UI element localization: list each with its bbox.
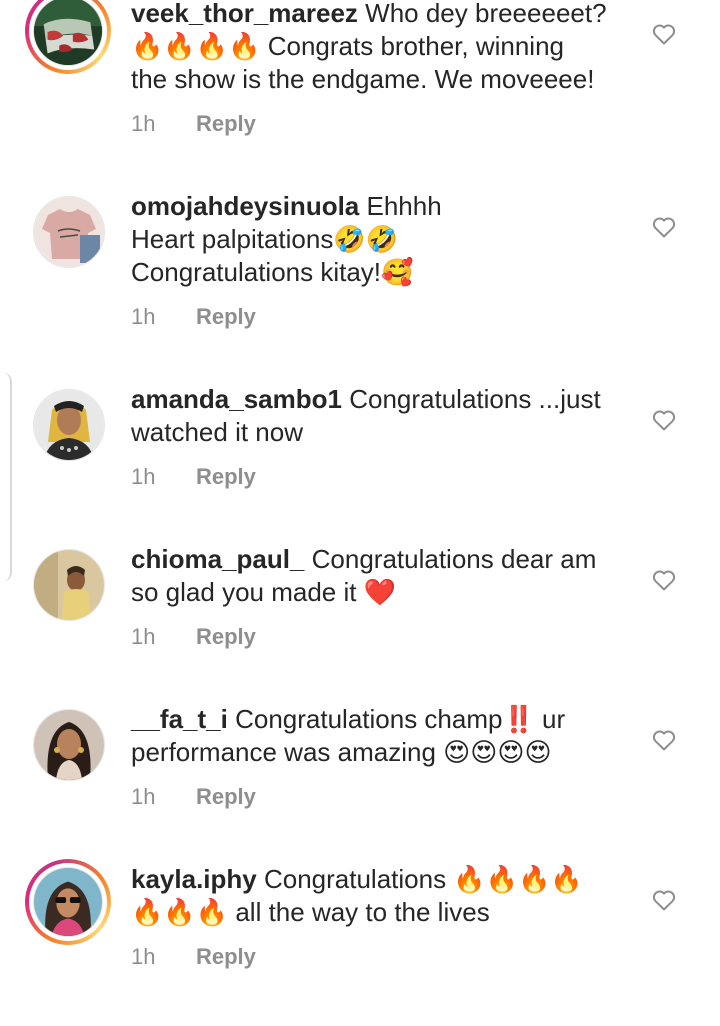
avatar[interactable] (33, 389, 105, 461)
comment-text: Congratulations 🔥🔥🔥🔥 (263, 864, 583, 894)
comment-meta: 1h Reply (131, 624, 256, 650)
comment-body: veek_thor_mareez Who dey breeeeeet? 🔥🔥🔥🔥… (131, 0, 631, 96)
comment-meta: 1h Reply (131, 944, 256, 970)
comment-body: omojahdeysinuola Ehhhh Heart palpitation… (131, 190, 631, 289)
comment-item: kayla.iphy Congratulations 🔥🔥🔥🔥 🔥🔥🔥 all … (0, 859, 720, 1026)
comment-item: chioma_paul_ Congratulations dear am so … (0, 543, 720, 706)
comment-username[interactable]: omojahdeysinuola (131, 191, 359, 221)
comment-meta: 1h Reply (131, 784, 256, 810)
story-ring[interactable] (25, 859, 111, 945)
comment-meta: 1h Reply (131, 464, 256, 490)
comment-username[interactable]: kayla.iphy (131, 864, 257, 894)
heart-outline-icon[interactable] (652, 889, 676, 911)
comment-text: watched it now (131, 417, 303, 447)
story-ring[interactable] (25, 0, 111, 74)
avatar[interactable] (33, 867, 103, 937)
comment-text: so glad you made it ❤️ (131, 577, 397, 607)
comment-body: chioma_paul_ Congratulations dear am so … (131, 543, 631, 609)
heart-outline-icon[interactable] (652, 569, 676, 591)
heart-outline-icon[interactable] (652, 216, 676, 238)
comment-item: omojahdeysinuola Ehhhh Heart palpitation… (0, 190, 720, 353)
comment-text: Congratulations champ‼️ ur (235, 704, 566, 734)
avatar[interactable] (33, 709, 105, 781)
comment-body: kayla.iphy Congratulations 🔥🔥🔥🔥 🔥🔥🔥 all … (131, 863, 631, 929)
comment-text: Ehhhh (366, 191, 442, 221)
reply-button[interactable]: Reply (196, 304, 256, 329)
comment-meta: 1h Reply (131, 111, 256, 137)
comment-item: __fa_t_i Congratulations champ‼️ ur perf… (0, 703, 720, 866)
avatar[interactable] (33, 549, 105, 621)
reply-button[interactable]: Reply (196, 944, 256, 969)
reply-button[interactable]: Reply (196, 624, 256, 649)
comment-text: Congratulations kitay!🥰 (131, 257, 414, 287)
comment-time: 1h (131, 624, 156, 649)
comment-text: Congratulations ...just (349, 384, 601, 414)
comment-time: 1h (131, 111, 156, 136)
reply-button[interactable]: Reply (196, 784, 256, 809)
comment-time: 1h (131, 304, 156, 329)
avatar[interactable] (33, 0, 103, 66)
heart-outline-icon[interactable] (652, 729, 676, 751)
comment-text: the show is the endgame. We moveeee! (131, 64, 595, 94)
reply-button[interactable]: Reply (196, 111, 256, 136)
comment-username[interactable]: veek_thor_mareez (131, 0, 358, 28)
comment-meta: 1h Reply (131, 304, 256, 330)
heart-outline-icon[interactable] (652, 409, 676, 431)
comment-body: __fa_t_i Congratulations champ‼️ ur perf… (131, 703, 631, 769)
comment-username[interactable]: chioma_paul_ (131, 544, 304, 574)
comment-text: 🔥🔥🔥🔥 Congrats brother, winning (131, 31, 564, 61)
comment-time: 1h (131, 464, 156, 489)
comment-item: veek_thor_mareez Who dey breeeeeet? 🔥🔥🔥🔥… (0, 0, 720, 160)
heart-outline-icon[interactable] (652, 23, 676, 45)
comment-time: 1h (131, 784, 156, 809)
avatar[interactable] (33, 196, 105, 268)
comment-text: Who dey breeeeeet? (365, 0, 607, 28)
comment-item: amanda_sambo1 Congratulations ...just wa… (0, 383, 720, 546)
comment-text: Congratulations dear am (311, 544, 597, 574)
comment-text: Heart palpitations🤣🤣 (131, 224, 399, 254)
comment-username[interactable]: amanda_sambo1 (131, 384, 342, 414)
comment-text: performance was amazing 😍😍😍😍 (131, 737, 552, 767)
comment-body: amanda_sambo1 Congratulations ...just wa… (131, 383, 631, 449)
comment-username[interactable]: __fa_t_i (131, 704, 228, 734)
comment-time: 1h (131, 944, 156, 969)
reply-button[interactable]: Reply (196, 464, 256, 489)
comment-text: 🔥🔥🔥 all the way to the lives (131, 897, 490, 927)
